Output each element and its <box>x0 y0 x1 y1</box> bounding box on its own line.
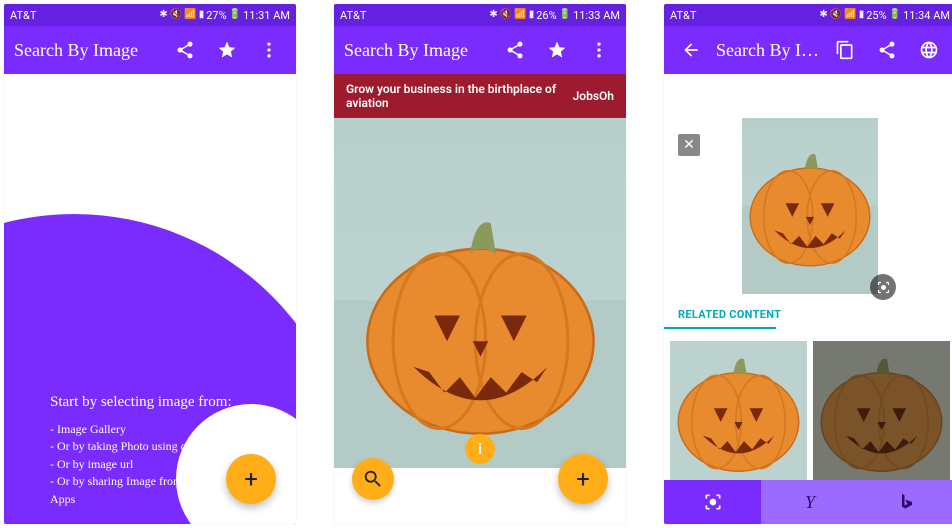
tab-lens[interactable] <box>664 480 761 524</box>
tab-bing[interactable] <box>859 480 952 524</box>
wifi-icon: 📶 <box>844 10 856 20</box>
hero-wrap <box>664 74 952 294</box>
bluetooth-icon: ✱ <box>159 10 167 20</box>
ad-brand: JobsOh <box>573 89 614 103</box>
related-header: RELATED CONTENT <box>664 294 952 327</box>
battery-icon: 🔋 <box>889 10 901 20</box>
bluetooth-icon: ✱ <box>819 10 827 20</box>
app-bar: Search By Image <box>4 26 296 74</box>
clock-label: 11:31 AM <box>243 9 290 22</box>
app-bar: Search By Image <box>334 26 626 74</box>
signal-icon: ▮ <box>859 10 865 20</box>
pumpkin-image <box>813 341 950 481</box>
copy-button[interactable] <box>828 33 862 67</box>
ad-banner[interactable]: Grow your business in the birthplace of … <box>334 74 626 118</box>
share-button[interactable] <box>498 33 532 67</box>
wifi-icon: 📶 <box>514 10 526 20</box>
page-title: Search By Image <box>14 40 160 61</box>
search-engine-tabs: Y <box>664 480 952 524</box>
clock-label: 11:33 AM <box>573 9 620 22</box>
screen-3-results: AT&T ✱ 🔇 📶 ▮ 25% 🔋 11:34 AM Search By Im… <box>664 4 952 524</box>
hero-image[interactable] <box>742 118 878 294</box>
open-browser-button[interactable] <box>912 33 946 67</box>
screen-1-home: AT&T ✱ 🔇 📶 ▮ 27% 🔋 11:31 AM Search By Im… <box>4 4 296 524</box>
visual-search-button[interactable] <box>870 274 896 300</box>
battery-label: 27% <box>206 9 226 22</box>
add-fab[interactable]: + <box>558 454 608 504</box>
pumpkin-image <box>742 118 878 294</box>
related-thumbnails <box>664 329 952 481</box>
clock-label: 11:34 AM <box>903 9 950 22</box>
status-bar: AT&T ✱ 🔇 📶 ▮ 26% 🔋 11:33 AM <box>334 4 626 26</box>
mute-icon: 🔇 <box>830 10 842 20</box>
tab-yandex[interactable]: Y <box>761 480 858 524</box>
overflow-menu-button[interactable] <box>252 33 286 67</box>
battery-label: 26% <box>536 9 556 22</box>
page-title: Search By Image <box>344 40 490 61</box>
mute-icon: 🔇 <box>500 10 512 20</box>
status-bar: AT&T ✱ 🔇 📶 ▮ 27% 🔋 11:31 AM <box>4 4 296 26</box>
battery-icon: 🔋 <box>229 10 241 20</box>
home-body: Start by selecting image from: - Image G… <box>4 74 296 524</box>
editor-footer: + <box>334 468 626 524</box>
favorite-button[interactable] <box>210 33 244 67</box>
favorite-button[interactable] <box>540 33 574 67</box>
status-bar: AT&T ✱ 🔇 📶 ▮ 25% 🔋 11:34 AM <box>664 4 952 26</box>
add-fab[interactable]: + <box>226 454 276 504</box>
results-body: ✕ RELATED CONTENT Y <box>664 74 952 524</box>
back-button[interactable] <box>674 33 708 67</box>
wifi-icon: 📶 <box>184 10 196 20</box>
mute-icon: 🔇 <box>170 10 182 20</box>
battery-icon: 🔋 <box>559 10 571 20</box>
carrier-label: AT&T <box>10 9 36 22</box>
share-button[interactable] <box>168 33 202 67</box>
page-title: Search By Im… <box>716 40 820 61</box>
signal-icon: ▮ <box>199 10 205 20</box>
overflow-menu-button[interactable] <box>582 33 616 67</box>
share-button[interactable] <box>870 33 904 67</box>
battery-label: 25% <box>866 9 886 22</box>
app-bar: Search By Im… <box>664 26 952 74</box>
ad-text: Grow your business in the birthplace of … <box>346 82 573 111</box>
pumpkin-image <box>670 341 807 481</box>
dismiss-button[interactable]: ✕ <box>678 134 700 156</box>
carrier-label: AT&T <box>670 9 696 22</box>
bluetooth-icon: ✱ <box>489 10 497 20</box>
signal-icon: ▮ <box>529 10 535 20</box>
related-thumbnail[interactable] <box>670 341 807 481</box>
carrier-label: AT&T <box>340 9 366 22</box>
info-button[interactable]: i <box>465 434 495 464</box>
search-fab[interactable] <box>352 458 394 500</box>
related-thumbnail[interactable] <box>813 341 950 481</box>
screen-2-editor: AT&T ✱ 🔇 📶 ▮ 26% 🔋 11:33 AM Search By Im… <box>334 4 626 524</box>
